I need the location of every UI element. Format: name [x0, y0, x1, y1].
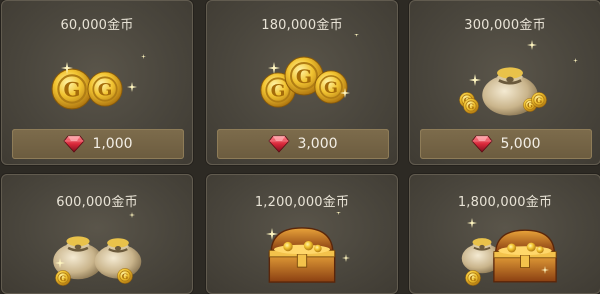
item-title: 600,000金币	[56, 195, 138, 210]
item-title: 1,800,000金币	[457, 195, 553, 210]
price-label: 5,000	[500, 136, 541, 152]
gold-coins-icon	[260, 34, 359, 108]
buy-button[interactable]: 5,000	[420, 129, 592, 159]
gold-shop-grid: 60,000金币 1,000 180,000金币 3,000 300,000金币…	[0, 0, 600, 294]
buy-button[interactable]: 3,000	[217, 129, 389, 159]
price-label: 3,000	[297, 136, 338, 152]
ruby-gem-icon	[268, 135, 290, 153]
item-title: 300,000金币	[464, 18, 546, 33]
buy-button[interactable]: 1,000	[12, 129, 184, 159]
coin-bag-icon	[459, 40, 578, 117]
shop-item-60000-gold[interactable]: 60,000金币 1,000	[1, 0, 193, 165]
ruby-gem-icon	[471, 135, 493, 153]
shop-item-300000-gold[interactable]: 300,000金币 5,000	[409, 0, 600, 165]
item-title: 1,200,000金币	[254, 195, 350, 210]
shop-item-1800000-gold[interactable]: 1,800,000金币	[409, 174, 600, 294]
coin-bags-icon	[51, 212, 143, 286]
treasure-chest-bags-icon	[460, 218, 557, 286]
item-title: 60,000金币	[60, 18, 134, 33]
shop-item-600000-gold[interactable]: 600,000金币	[1, 174, 193, 294]
shop-item-1200000-gold[interactable]: 1,200,000金币	[206, 174, 398, 294]
treasure-chest-icon	[266, 212, 350, 283]
item-title: 180,000金币	[261, 18, 343, 33]
price-label: 1,000	[92, 136, 133, 152]
gold-coins-icon	[51, 54, 146, 110]
ruby-gem-icon	[63, 135, 85, 153]
shop-item-180000-gold[interactable]: 180,000金币 3,000	[206, 0, 398, 165]
